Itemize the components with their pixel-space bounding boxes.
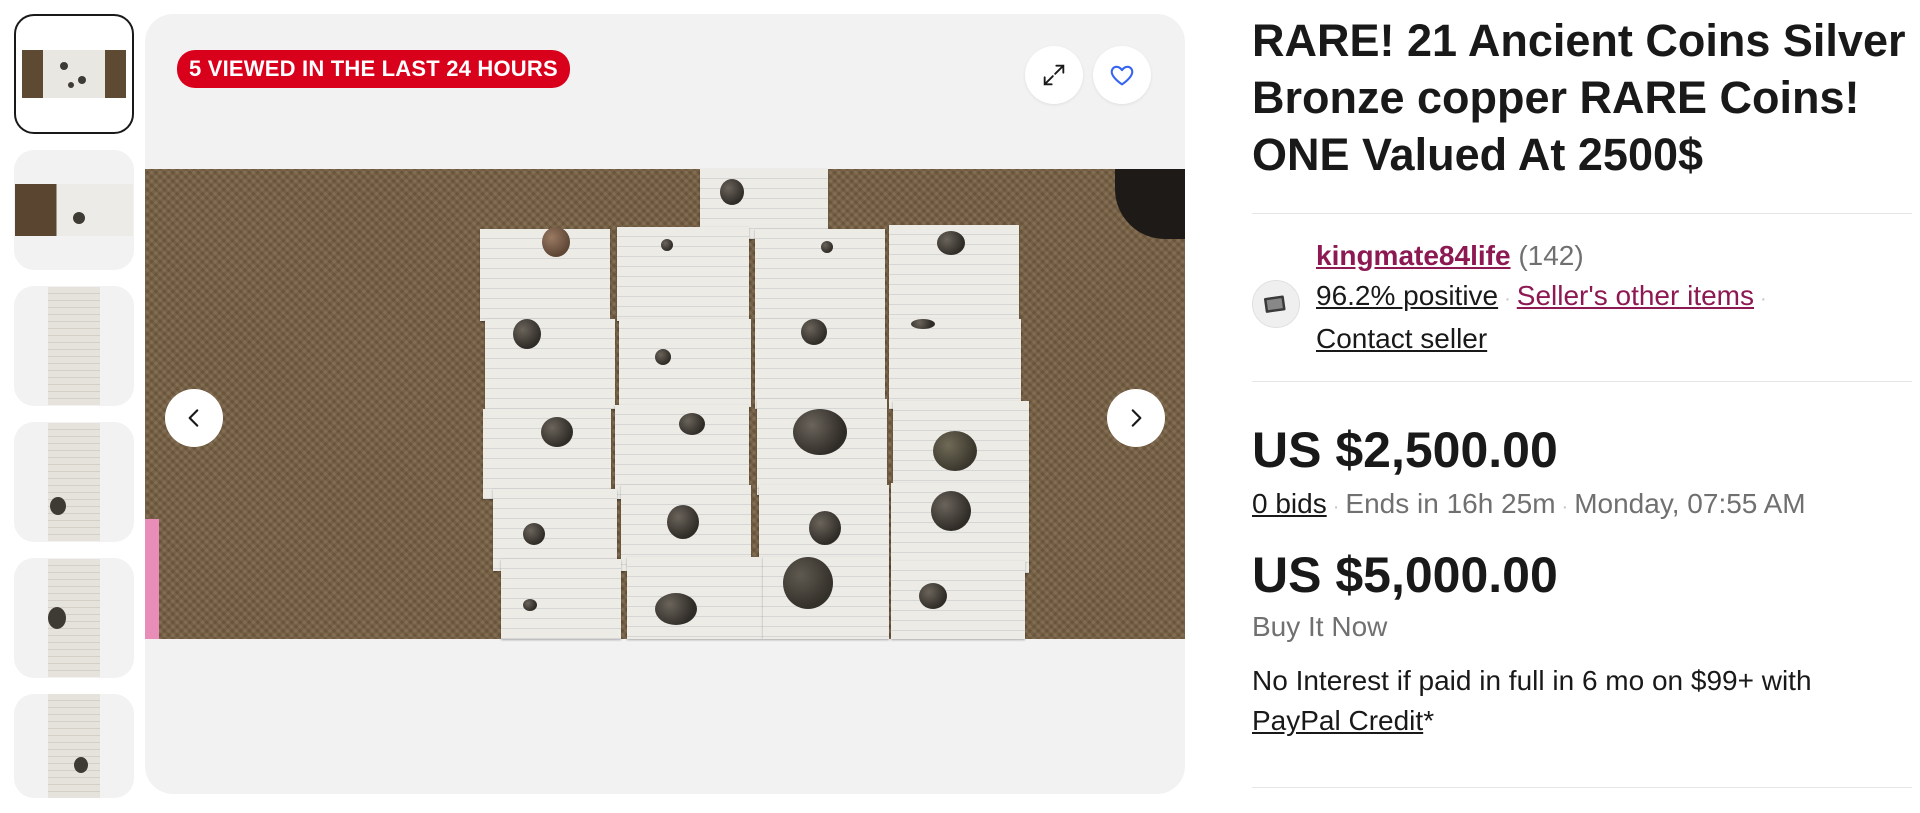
thumbnail-image	[15, 184, 133, 236]
thumbnail-1[interactable]	[14, 14, 134, 134]
financing-suffix: *	[1423, 705, 1435, 736]
expand-button[interactable]	[1025, 46, 1083, 104]
seller-details: kingmate84life (142) 96.2% positive · Sell…	[1316, 236, 1773, 359]
thumbnail-image	[48, 423, 100, 541]
seller-positive-feedback[interactable]: 96.2% positive	[1316, 280, 1498, 311]
thumbnail-list	[14, 14, 134, 813]
previous-image-button[interactable]	[165, 389, 223, 447]
thumbnail-5[interactable]	[14, 558, 134, 678]
buy-now-price: US $5,000.00	[1252, 547, 1558, 603]
bid-status: 0 bids · Ends in 16h 25m · Monday, 07:55 AM	[1252, 484, 1912, 527]
seller-card: kingmate84life (142) 96.2% positive · Sell…	[1252, 236, 1912, 359]
seller-name-link[interactable]: kingmate84life	[1316, 240, 1511, 271]
thumbnail-image	[48, 559, 100, 677]
thumbnail-image	[48, 694, 100, 798]
listing-photo[interactable]	[145, 169, 1185, 639]
end-time: Monday, 07:55 AM	[1574, 488, 1806, 519]
financing-offer: No Interest if paid in full in 6 mo on $…	[1252, 661, 1912, 741]
paypal-credit-link[interactable]: PayPal Credit	[1252, 705, 1423, 736]
separator-dot: ·	[1561, 496, 1569, 518]
seller-feedback-count: (142)	[1518, 240, 1584, 271]
chevron-right-icon	[1131, 409, 1142, 427]
separator-dot: ·	[1760, 288, 1767, 310]
seller-avatar-icon	[1263, 295, 1286, 313]
auction-price: US $2,500.00	[1252, 422, 1558, 478]
separator-dot: ·	[1504, 288, 1511, 310]
ends-in: Ends in 16h 25m	[1345, 488, 1556, 519]
thumbnail-3[interactable]	[14, 286, 134, 406]
image-gallery: 5 VIEWED IN THE LAST 24 HOURS	[145, 14, 1185, 794]
thumbnail-6[interactable]	[14, 694, 134, 798]
bids-link[interactable]: 0 bids	[1252, 488, 1327, 519]
thumbnail-2[interactable]	[14, 150, 134, 270]
next-image-button[interactable]	[1107, 389, 1165, 447]
financing-text: No Interest if paid in full in 6 mo on $…	[1252, 665, 1812, 696]
expand-icon	[1043, 64, 1065, 86]
divider	[1252, 213, 1912, 214]
thumbnail-image	[22, 50, 126, 98]
listing-info: RARE! 21 Ancient Coins Silver Bronze cop…	[1252, 12, 1912, 788]
separator-dot: ·	[1332, 496, 1340, 518]
divider	[1252, 381, 1912, 382]
viewed-badge: 5 VIEWED IN THE LAST 24 HOURS	[177, 50, 570, 88]
buy-now-label: Buy It Now	[1252, 611, 1388, 642]
contact-seller-link[interactable]: Contact seller	[1316, 323, 1487, 354]
thumbnail-4[interactable]	[14, 422, 134, 542]
thumbnail-image	[48, 287, 100, 405]
listing-title: RARE! 21 Ancient Coins Silver Bronze cop…	[1252, 15, 1906, 180]
heart-icon	[1110, 65, 1134, 86]
divider	[1252, 787, 1912, 788]
chevron-left-icon	[188, 409, 199, 427]
watchlist-button[interactable]	[1093, 46, 1151, 104]
seller-avatar[interactable]	[1252, 280, 1300, 328]
seller-other-items-link[interactable]: Seller's other items	[1517, 280, 1754, 311]
